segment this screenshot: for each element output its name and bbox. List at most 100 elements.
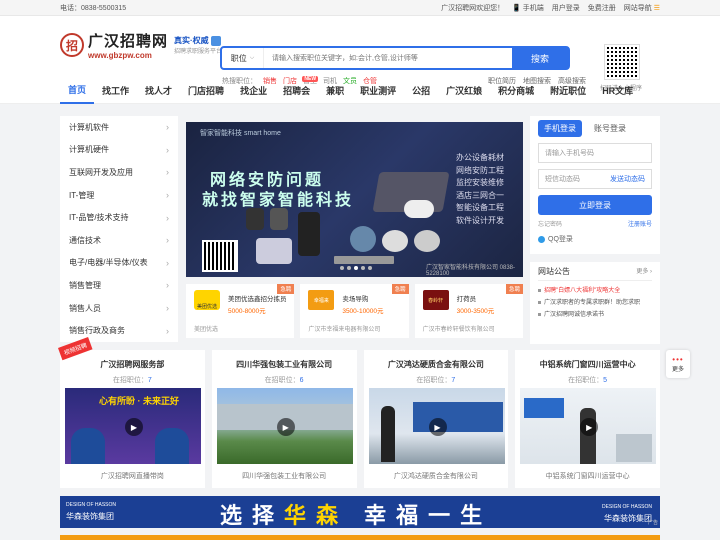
ad-brand-en: DESIGN OF HASSON [66,502,117,508]
nav-item-public[interactable]: 公招 [404,78,438,104]
phone-input[interactable]: 请输入手机号码 [538,143,652,163]
tab-phone-login[interactable]: 手机登录 [538,120,582,137]
carousel-dot[interactable] [340,266,344,270]
nav-item-store-jobs[interactable]: 门店招聘 [180,78,232,104]
announcement-item[interactable]: 广汉招聘网诚信承诺书 [538,309,652,321]
login-button[interactable]: 立即登录 [538,195,652,215]
site-logo[interactable]: 招 广汉招聘网 www.gbzpw.com 真实·权威 招聘求职服务平台 [60,30,222,60]
category-item[interactable]: IT-管理 › [60,184,178,207]
ad-banner[interactable]: DESIGN OF HASSON 华森装饰集团 选择华森 幸福一生 DESIGN… [60,496,660,528]
announcement-text: 广汉求职者的专属求职群！助您求职 [544,300,641,306]
search-button[interactable]: 搜索 [512,48,568,68]
mobile-link[interactable]: 📱 手机端 [512,3,544,13]
job-card[interactable]: 急聘 美团优选 美团优选鑫招分拣员 5000-8000元 美团优选 [186,284,295,338]
job-company: 广汉市春岭轩餐饮有限公司 [422,327,495,333]
carousel-dot[interactable] [368,266,372,270]
play-icon: ▶ [276,418,295,436]
nav-item-points-mall[interactable]: 积分商城 [490,78,542,104]
category-item[interactable]: 电子/电器/半导体/仪表 › [60,252,178,275]
category-label: 通信技术 [69,235,101,245]
tab-account-login[interactable]: 账号登录 [588,120,632,137]
job-title: 美团优选鑫招分拣员 [228,296,287,303]
menu-icon: ☰ [653,4,660,12]
nav-item-talent[interactable]: 找人才 [137,78,180,104]
login-panel: 手机登录 账号登录 请输入手机号码 短信动态码 发送动态码 立即登录 忘记密码 注… [530,116,660,254]
nav-item-hr-library[interactable]: HR文库 [594,78,641,104]
play-icon: ▶ [428,418,447,436]
banner-contact: 广汉智家智能科技有限公司 0838-5228100 [426,265,516,277]
nav-item-jobs[interactable]: 找工作 [94,78,137,104]
video-thumbnail[interactable]: ▶ [216,388,353,464]
video-company-card[interactable]: 中铝系统门窗四川运营中心 在招职位：5 ▶ 中铝系统门窗四川运营中心 [515,350,660,488]
service-phone: 电话：0838-5500315 [60,4,127,12]
video-company-card[interactable]: 广汉鸿达硬质合金有限公司 在招职位：7 ▶ 广汉鸿达硬质合金有限公司 [363,350,509,488]
logo-slogan: 真实·权威 [174,36,209,45]
ad-right-brand: DESIGN OF HASSON 华森装饰集团 [602,502,652,524]
category-item[interactable]: 互联网开发及应用 › [60,161,178,184]
user-login-link[interactable]: 用户登录 [552,3,580,13]
forgot-password-link[interactable]: 忘记密码 [538,219,562,228]
carousel-dot[interactable] [361,266,365,270]
job-card[interactable]: 急聘 春岭轩 打荷员 3000-3500元 广汉市春岭轩餐饮有限公司 [414,284,523,338]
nav-item-companies[interactable]: 找企业 [232,78,275,104]
carousel-dot[interactable] [354,266,358,270]
announcement-more-link[interactable]: 更多 › [636,266,652,277]
nav-item-matchmaker[interactable]: 广汉红娘 [438,78,490,104]
nav-item-parttime[interactable]: 兼职 [318,78,352,104]
video-thumbnail[interactable]: 心有所盼 · 未来正好 ▶ [65,388,201,464]
shield-icon [210,35,221,46]
banner-service: 办公设备耗材 [456,153,504,162]
category-label: 销售行政及商务 [69,326,125,336]
chevron-right-icon: › [166,190,169,201]
video-company-card[interactable]: 视频招聘 广汉招聘网服务部 在招职位：7 心有所盼 · 未来正好 ▶ 广汉招聘网… [58,337,205,488]
top-links: 广汉招聘网欢迎您！ 📱 手机端 用户登录 免费注册 网站导航 ☰ [441,3,660,13]
announcement-item[interactable]: 广汉求职者的专属求职群！助您求职 [538,297,652,309]
chevron-right-icon: › [166,212,169,223]
job-company: 广汉市幸福来电器有限公司 [308,327,381,333]
nav-item-home[interactable]: 首页 [60,78,95,104]
category-label: IT-品管/技术支持 [69,213,129,223]
open-positions-label: 在招职位： [112,377,148,384]
open-positions: 在招职位：7 [364,375,509,385]
qq-login[interactable]: QQ登录 [538,234,652,244]
site-nav-link[interactable]: 网站导航 ☰ [624,3,660,13]
banner-service: 酒店三网合一 [456,190,504,200]
sms-code-input[interactable]: 短信动态码 发送动态码 [538,169,652,189]
job-salary: 3500-10000元 [342,308,384,315]
nav-item-job-fair[interactable]: 招聘会 NEW [275,75,319,104]
open-positions-label: 在招职位： [416,377,452,384]
category-item[interactable]: 销售管理 › [60,274,178,297]
more-tools-button[interactable]: ••• 更多 [666,350,690,378]
nav-item-nearby[interactable]: 附近职位 [542,78,594,104]
chevron-right-icon: › [166,235,169,246]
video-company-card[interactable]: 四川华强包装工业有限公司 在招职位：6 ▶ 四川华强包装工业有限公司 [211,350,357,488]
free-register-link[interactable]: 免费注册 [588,3,616,13]
category-item[interactable]: 通信技术 › [60,229,178,252]
video-job-cards: 视频招聘 广汉招聘网服务部 在招职位：7 心有所盼 · 未来正好 ▶ 广汉招聘网… [58,337,660,488]
category-label: 销售管理 [69,280,101,290]
urgent-jobs: 急聘 美团优选 美团优选鑫招分拣员 5000-8000元 美团优选 急聘 幸福来… [186,284,523,338]
category-label: 电子/电器/半导体/仪表 [69,258,148,268]
announcement-item[interactable]: 招聘"白嫖八大福利"攻略大全 [538,285,652,297]
job-card[interactable]: 急聘 幸福来 卖场导购 3500-10000元 广汉市幸福来电器有限公司 [300,284,409,338]
video-thumbnail[interactable]: ▶ [368,388,505,464]
category-item[interactable]: 计算机硬件 › [60,139,178,162]
search-box: 职位⌵ 搜索 [220,46,570,70]
open-positions: 在招职位：6 [212,375,357,385]
nav-item-assessment[interactable]: 职业测评 [352,78,404,104]
category-item[interactable]: 销售行政及商务 › [60,319,178,342]
search-type-label: 职位 [230,53,247,63]
logo-icon: 招 [60,33,84,57]
ad-slogan-part: 幸福一生 [364,503,493,528]
carousel-dot[interactable] [347,266,351,270]
main-banner[interactable]: 智家智能科技 smart home 网络安防问题 就找智家智能科技 办公设备耗材… [186,122,523,277]
register-link[interactable]: 注册账号 [628,219,652,228]
video-thumbnail[interactable]: ▶ [520,388,657,464]
category-item[interactable]: IT-品管/技术支持 › [60,206,178,229]
send-code-button[interactable]: 发送动态码 [610,174,645,184]
search-type-select[interactable]: 职位 ⌵ [222,48,264,68]
category-item[interactable]: 计算机软件 › [60,116,178,139]
search-input[interactable] [264,48,512,68]
company-name: 广汉鸿达硬质合金有限公司 [387,360,484,369]
category-item[interactable]: 销售人员 › [60,297,178,320]
